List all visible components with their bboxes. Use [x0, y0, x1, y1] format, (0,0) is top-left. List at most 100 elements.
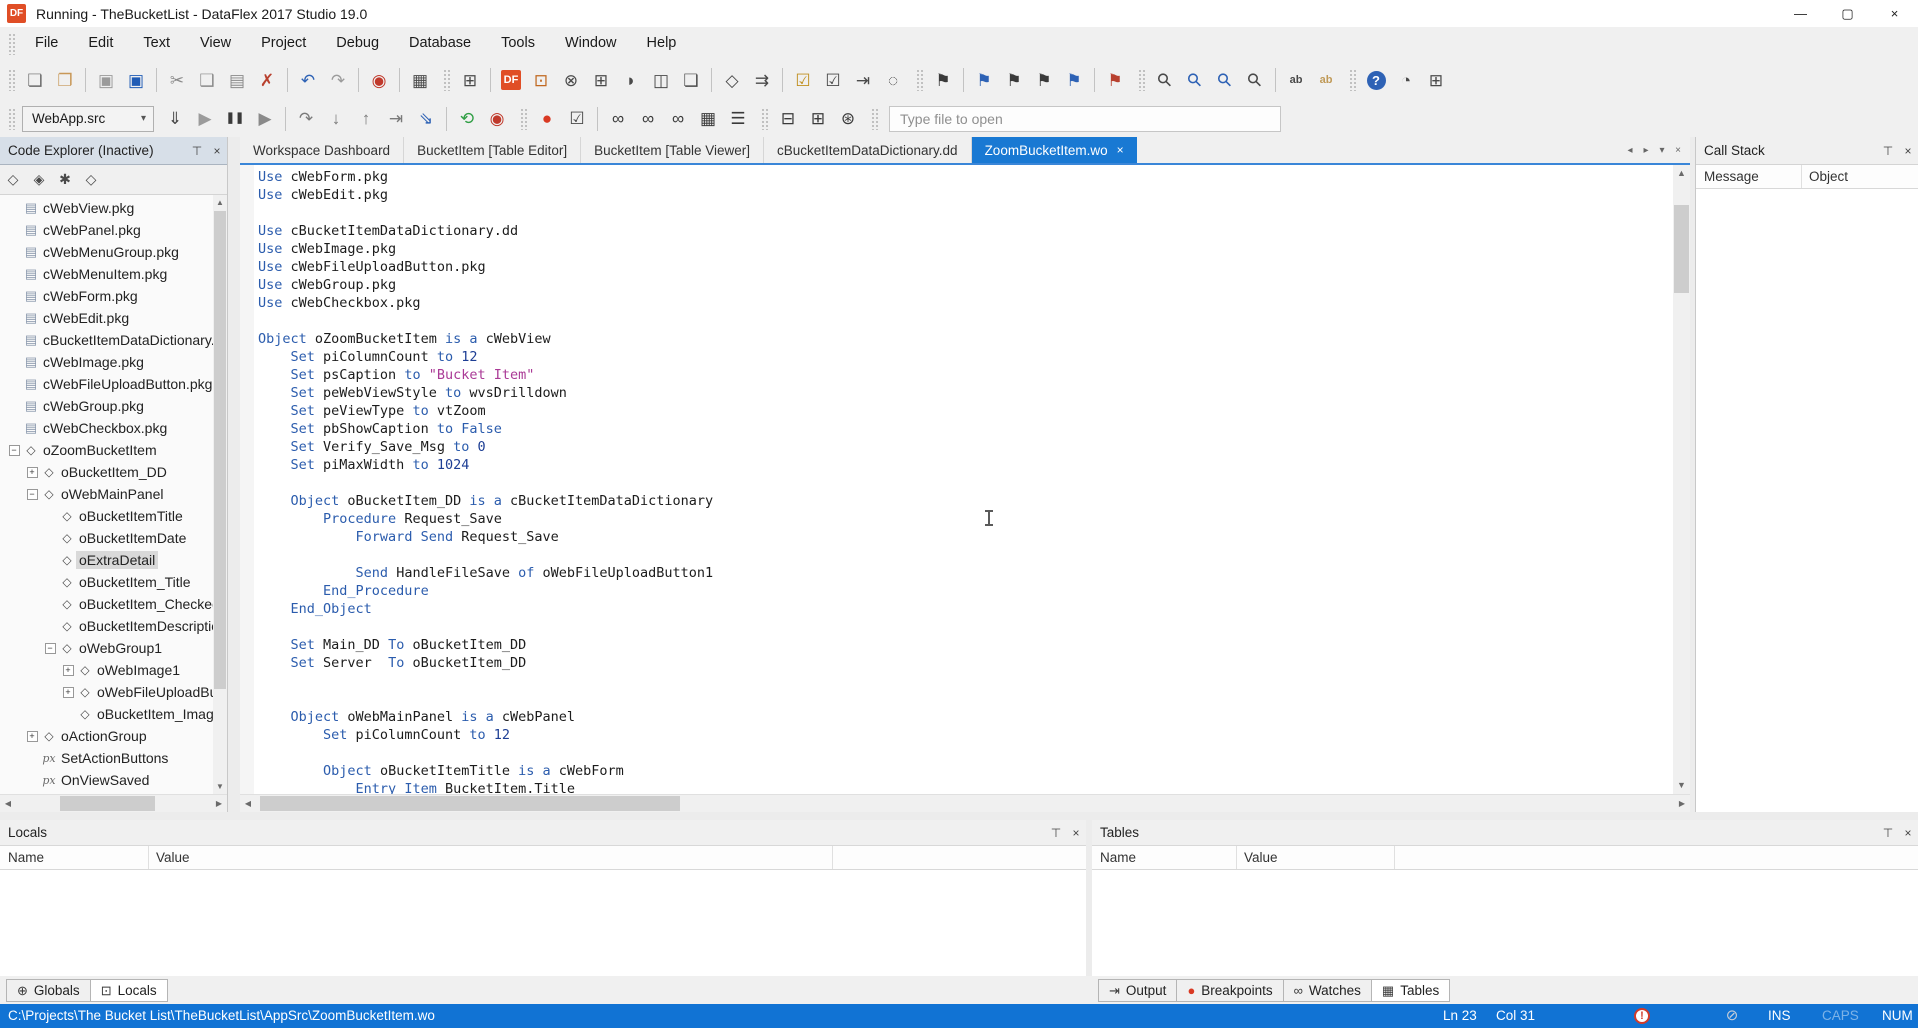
find-next-button[interactable]: ⚲: [1210, 66, 1240, 94]
save-button[interactable]: ▣: [91, 66, 121, 94]
set-next-statement-button[interactable]: ⇘: [411, 105, 441, 133]
delete-button[interactable]: ✗: [252, 66, 282, 94]
replace-in-files-button[interactable]: ab: [1311, 66, 1341, 94]
column-divider[interactable]: [148, 846, 149, 869]
close-panel-icon[interactable]: ×: [1898, 144, 1918, 158]
dataflex-studio-button[interactable]: DF: [496, 66, 526, 94]
tree-item-obucketitem-checked[interactable]: ◇oBucketItem_Checked: [0, 593, 213, 615]
last-bookmark-button[interactable]: ⚑: [1059, 66, 1089, 94]
query-tool-button[interactable]: ◫: [646, 66, 676, 94]
minimize-button[interactable]: —: [1777, 0, 1824, 27]
tree-item-ozoombucketitem[interactable]: −◇oZoomBucketItem: [0, 439, 213, 461]
tab-locals[interactable]: ⊡Locals: [90, 979, 168, 1002]
step-out-button[interactable]: ↑: [351, 105, 381, 133]
tab-cbucketitemdatadictionary-dd[interactable]: cBucketItemDataDictionary.dd: [764, 137, 972, 163]
database-explorer-button[interactable]: ⊟: [773, 105, 803, 133]
globals-window-button[interactable]: ∞: [633, 105, 663, 133]
scroll-up-icon[interactable]: ▲: [1673, 165, 1690, 182]
tree-item-cwebpanel-pkg[interactable]: ▤cWebPanel.pkg: [0, 219, 213, 241]
tree-item-cwebedit-pkg[interactable]: ▤cWebEdit.pkg: [0, 307, 213, 329]
scroll-down-icon[interactable]: ▼: [213, 779, 227, 794]
column-value[interactable]: Value: [156, 846, 190, 870]
clear-bookmarks-button[interactable]: ⚑: [1100, 66, 1130, 94]
run-button[interactable]: ▶: [190, 105, 220, 133]
tree-item-setactionbuttons[interactable]: pxSetActionButtons: [0, 747, 213, 769]
tree-item-obucketitem-dd[interactable]: +◇oBucketItem_DD: [0, 461, 213, 483]
tab-output[interactable]: ⇥Output: [1098, 979, 1177, 1002]
tree-hscrollbar-thumb[interactable]: [60, 796, 155, 811]
menu-file[interactable]: File: [20, 27, 73, 60]
menu-help[interactable]: Help: [632, 27, 692, 60]
tree-item-cwebform-pkg[interactable]: ▤cWebForm.pkg: [0, 285, 213, 307]
undo-button[interactable]: ↶: [293, 66, 323, 94]
about-button[interactable]: ◔: [1391, 66, 1421, 94]
database-builder-button[interactable]: ⊗: [556, 66, 586, 94]
tab-watches[interactable]: ∞Watches: [1283, 979, 1372, 1002]
column-value[interactable]: Value: [1244, 846, 1278, 870]
tables-window-button[interactable]: ▦: [693, 105, 723, 133]
call-stack-window-button[interactable]: ☰: [723, 105, 753, 133]
tree-item-cwebimage-pkg[interactable]: ▤cWebImage.pkg: [0, 351, 213, 373]
tab-globals[interactable]: ⊕Globals: [6, 979, 91, 1002]
column-divider[interactable]: [832, 846, 833, 869]
tree-item-oextradetail[interactable]: ◇oExtraDetail: [0, 549, 213, 571]
order-view-button[interactable]: ⊞: [455, 66, 485, 94]
scroll-tabs-right-icon[interactable]: ▸: [1638, 145, 1654, 156]
step-over-button[interactable]: ↷: [291, 105, 321, 133]
column-name[interactable]: Name: [8, 846, 44, 870]
plus-expander-icon[interactable]: +: [24, 731, 40, 742]
tree-item-cbucketitemdatadictionary-dd[interactable]: ▤cBucketItemDataDictionary.dd: [0, 329, 213, 351]
table-wizard-button[interactable]: ⊡: [526, 66, 556, 94]
tree-item-obucketitemtitle[interactable]: ◇oBucketItemTitle: [0, 505, 213, 527]
tree-item-cwebgroup-pkg[interactable]: ▤cWebGroup.pkg: [0, 395, 213, 417]
close-panel-icon[interactable]: ×: [207, 144, 227, 158]
menu-window[interactable]: Window: [550, 27, 632, 60]
pin-icon[interactable]: ⊤: [187, 144, 207, 158]
tree-item-cwebfileuploadbutton-pkg[interactable]: ▤cWebFileUploadButton.pkg: [0, 373, 213, 395]
copy-button[interactable]: ❑: [192, 66, 222, 94]
plus-expander-icon[interactable]: +: [60, 687, 76, 698]
paste-button[interactable]: ▤: [222, 66, 252, 94]
record-macro-button[interactable]: ◉: [364, 66, 394, 94]
tree-vertical-scrollbar[interactable]: ▲ ▼: [213, 195, 227, 794]
tree-scrollbar-thumb[interactable]: [214, 211, 226, 689]
tree-item-onviewsaved[interactable]: pxOnViewSaved: [0, 769, 213, 791]
left-splitter[interactable]: [228, 137, 240, 812]
close-button[interactable]: ×: [1871, 0, 1918, 27]
tree-item-obucketitemdescription[interactable]: ◇oBucketItemDescription: [0, 615, 213, 637]
editor-horizontal-scrollbar[interactable]: ◀ ▶: [240, 794, 1690, 812]
compile-project-button[interactable]: ⇓: [160, 105, 190, 133]
preview-layout-button[interactable]: ◌: [878, 66, 908, 94]
web-database-button[interactable]: ⊛: [833, 105, 863, 133]
find-in-files-button[interactable]: ⚲: [1240, 66, 1270, 94]
bottom-splitter[interactable]: [0, 812, 1918, 820]
close-panel-icon[interactable]: ×: [1066, 826, 1086, 840]
checklist-button[interactable]: ☑: [818, 66, 848, 94]
run-to-cursor-button[interactable]: ⇥: [381, 105, 411, 133]
report-button[interactable]: ❏: [676, 66, 706, 94]
scroll-right-icon[interactable]: ▶: [1674, 795, 1690, 812]
column-name[interactable]: Name: [1100, 846, 1136, 870]
code-editor[interactable]: Use cWebForm.pkgUse cWebEdit.pkg Use cBu…: [240, 165, 1690, 794]
compile-button[interactable]: ◇: [717, 66, 747, 94]
scroll-left-icon[interactable]: ◀: [0, 795, 16, 812]
minus-expander-icon[interactable]: −: [42, 643, 58, 654]
column-message[interactable]: Message: [1704, 165, 1759, 189]
toggle-bookmark-button[interactable]: ⚑: [928, 66, 958, 94]
tree-item-owebgroup1[interactable]: −◇oWebGroup1: [0, 637, 213, 659]
editor-vertical-scrollbar[interactable]: ▲ ▼: [1673, 165, 1690, 794]
watches-window-button[interactable]: ∞: [663, 105, 693, 133]
print-button[interactable]: ▦: [405, 66, 435, 94]
help-button[interactable]: ?: [1361, 66, 1391, 94]
tab-tables[interactable]: ▦Tables: [1371, 979, 1450, 1002]
minus-expander-icon[interactable]: −: [6, 445, 22, 456]
menu-database[interactable]: Database: [394, 27, 486, 60]
table-editor-button[interactable]: ⊞: [586, 66, 616, 94]
prev-bookmark-button[interactable]: ⚑: [999, 66, 1029, 94]
tree-item-obucketitem-title[interactable]: ◇oBucketItem_Title: [0, 571, 213, 593]
scroll-tabs-left-icon[interactable]: ◂: [1622, 145, 1638, 156]
editor-hscrollbar-thumb[interactable]: [260, 796, 680, 811]
pin-icon[interactable]: ⊤: [1046, 826, 1066, 840]
scroll-down-icon[interactable]: ▼: [1673, 777, 1690, 794]
relink-button[interactable]: ⇉: [747, 66, 777, 94]
